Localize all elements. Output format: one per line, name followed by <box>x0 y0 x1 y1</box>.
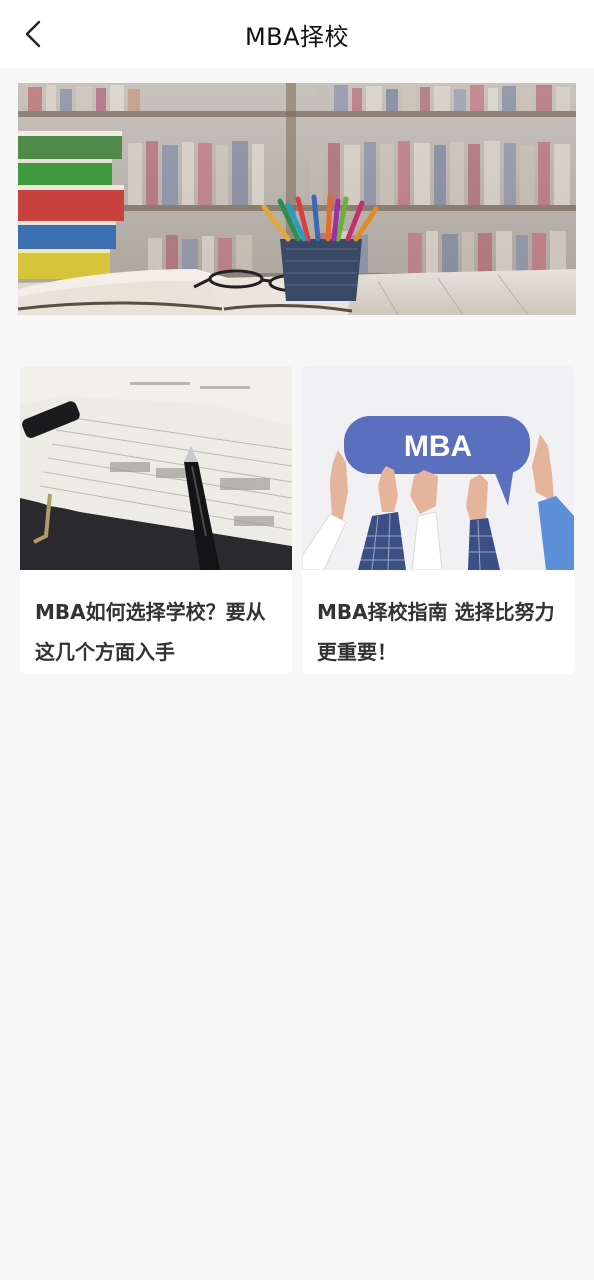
banner-image[interactable] <box>18 83 576 315</box>
notebook-pen-image <box>20 366 292 570</box>
article-title: MBA择校指南 选择比努力更重要！ <box>317 600 555 664</box>
article-thumbnail <box>20 366 292 570</box>
article-title: MBA如何选择学校？要从这几个方面入手 <box>35 600 266 664</box>
article-card[interactable]: MBA如何选择学校？要从这几个方面入手 <box>20 366 292 674</box>
app-root: MBA择校 MBA如何选择学校？要从这几个方面入手 MBA MBA择校指南 选择… <box>0 0 594 1280</box>
top-nav-bar: MBA择校 <box>0 0 594 68</box>
article-grid: MBA如何选择学校？要从这几个方面入手 MBA MBA择校指南 选择比努力更重要… <box>20 366 574 674</box>
page-title: MBA择校 <box>244 22 350 51</box>
back-button[interactable] <box>12 14 56 54</box>
chevron-left-icon <box>25 20 41 48</box>
mba-sign-text: MBA <box>404 430 472 463</box>
article-thumbnail: MBA <box>302 366 574 570</box>
mba-sign-hands-image: MBA <box>302 366 574 570</box>
article-card[interactable]: MBA MBA择校指南 选择比努力更重要！ <box>302 366 574 674</box>
banner-books-image <box>18 83 576 315</box>
